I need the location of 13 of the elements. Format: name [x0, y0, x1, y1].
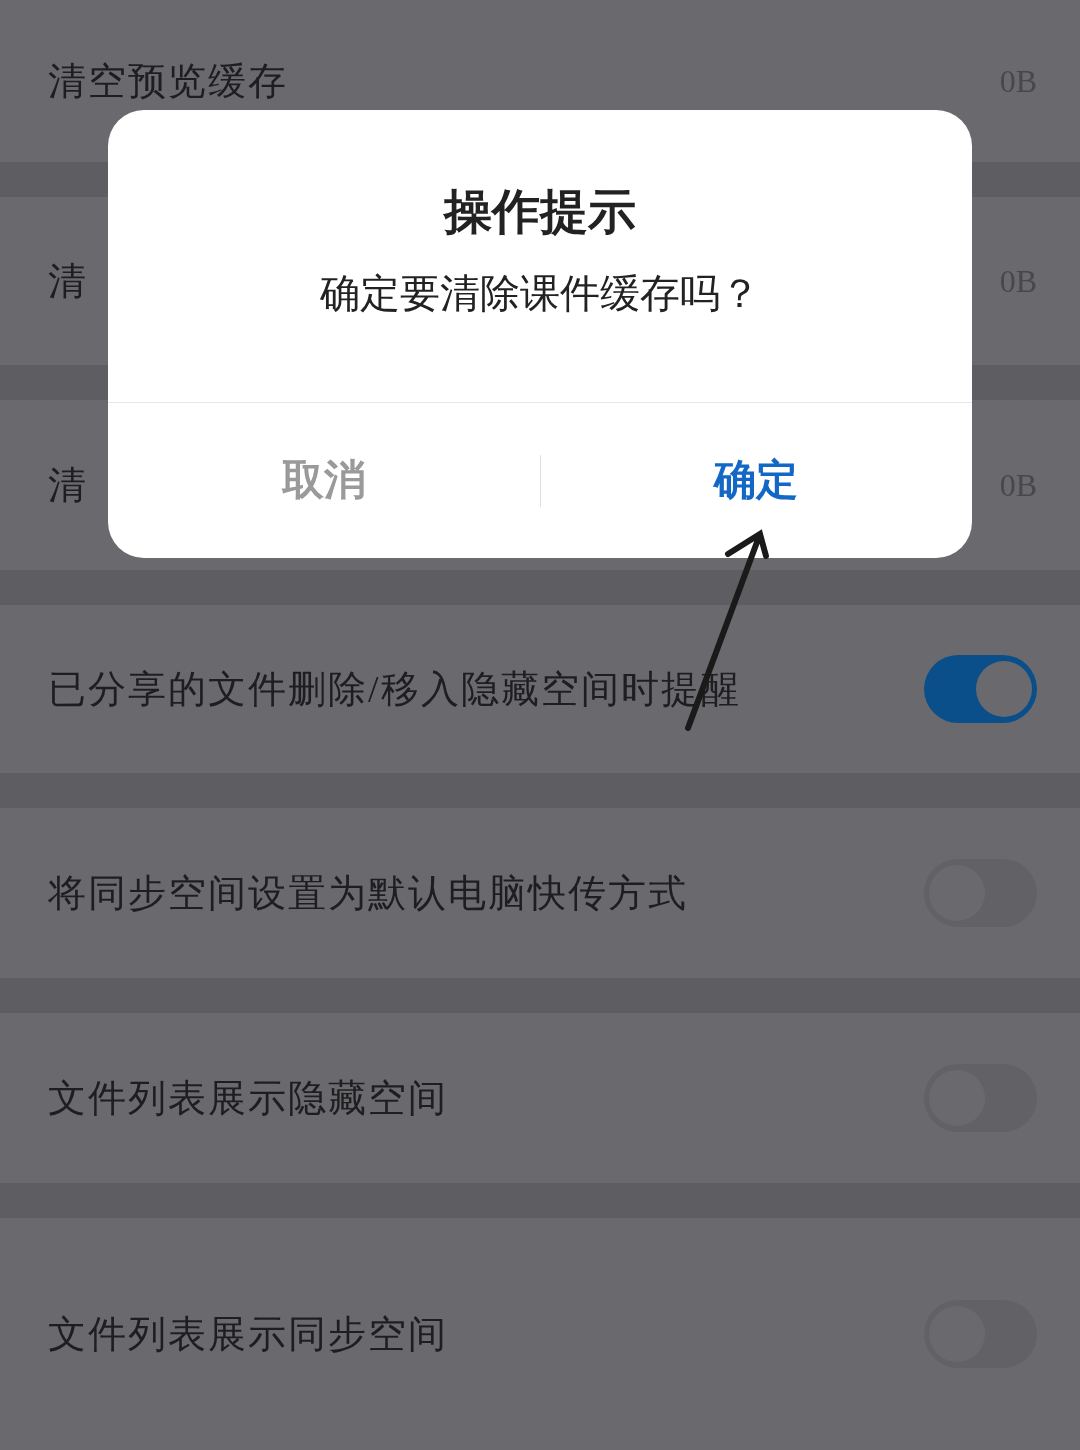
settings-row[interactable]: 文件列表展示同步空间 [0, 1218, 1080, 1450]
setting-label: 将同步空间设置为默认电脑快传方式 [48, 870, 688, 916]
settings-row[interactable]: 文件列表展示隐藏空间 [0, 1013, 1080, 1183]
setting-label: 文件列表展示隐藏空间 [48, 1075, 448, 1121]
cancel-button[interactable]: 取消 [281, 449, 366, 512]
dialog-title: 操作提示 [444, 188, 636, 236]
settings-row[interactable]: 将同步空间设置为默认电脑快传方式 [0, 808, 1080, 978]
setting-label: 清空预览缓存 [48, 58, 288, 104]
setting-label: 清 [48, 258, 88, 304]
setting-label: 清 [48, 462, 88, 508]
dialog-message: 确定要清除课件缓存吗？ [320, 274, 760, 314]
setting-label: 文件列表展示同步空间 [48, 1311, 448, 1357]
confirm-button[interactable]: 确定 [714, 449, 799, 512]
